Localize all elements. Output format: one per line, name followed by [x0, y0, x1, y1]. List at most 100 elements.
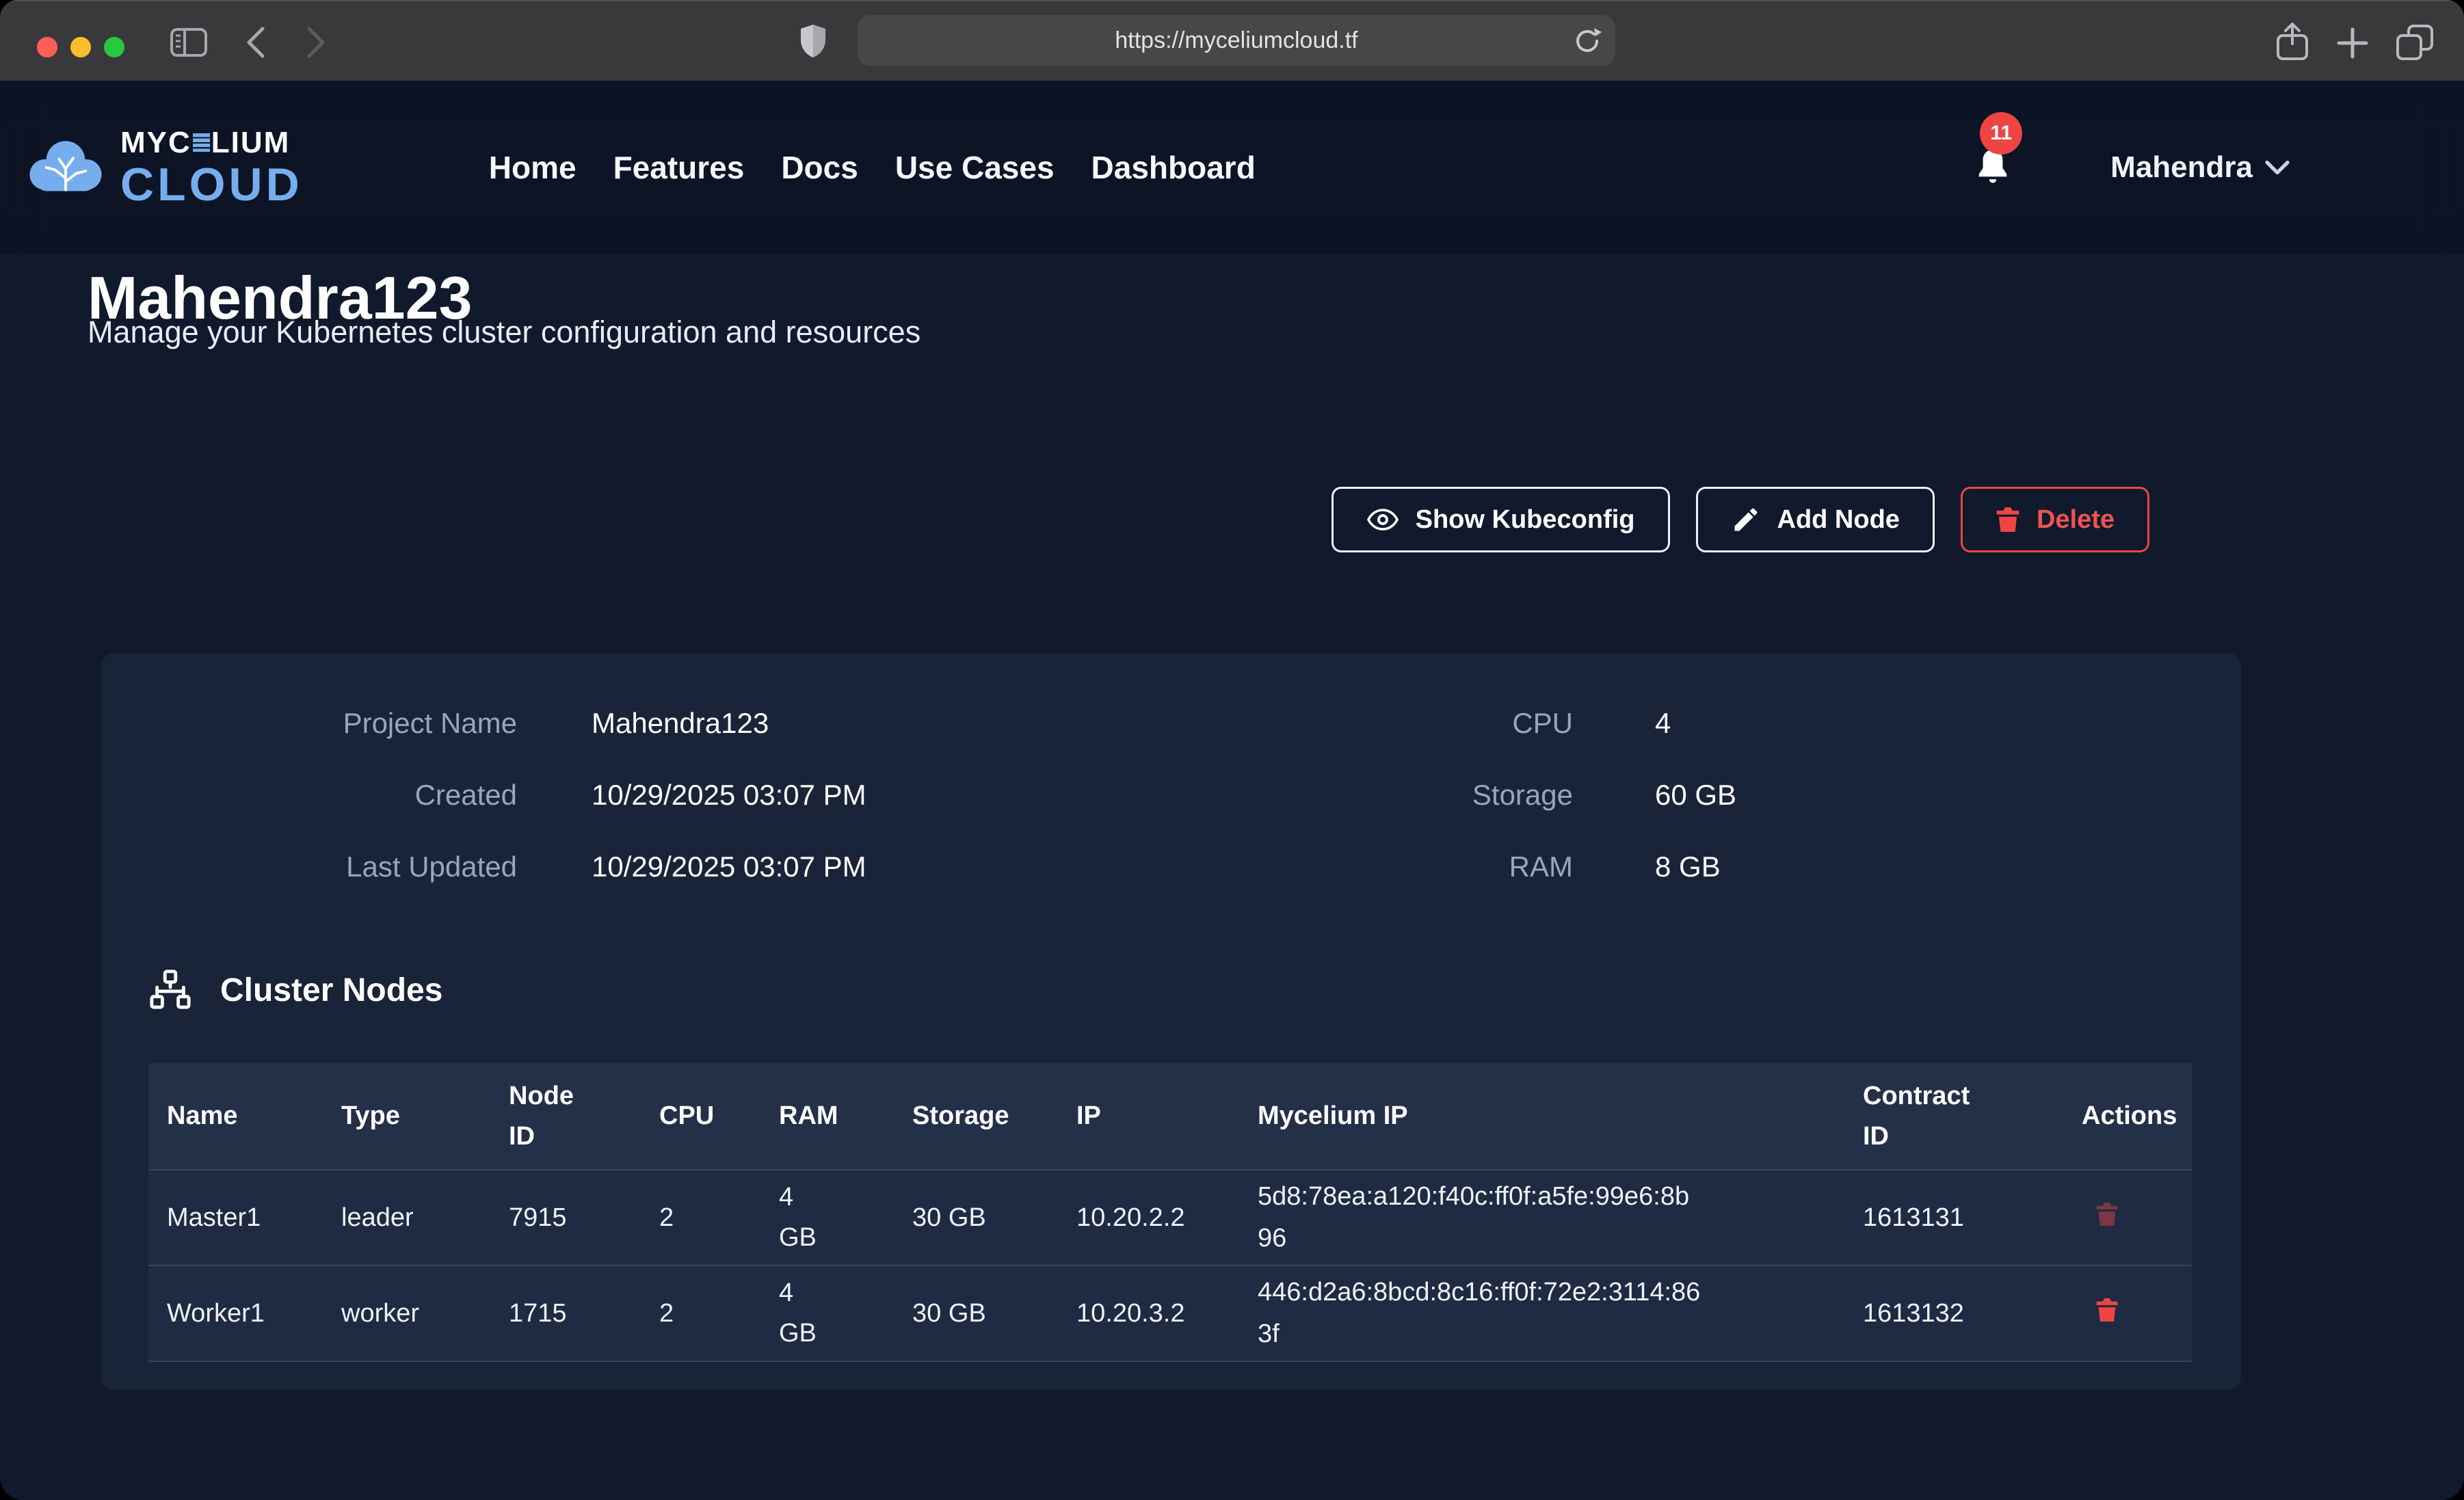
user-menu[interactable]: Mahendra [2110, 150, 2290, 185]
delete-label: Delete [2037, 505, 2115, 535]
logo-e-bars-icon [193, 133, 210, 152]
pencil-icon [1731, 505, 1761, 535]
show-kubeconfig-label: Show Kubeconfig [1416, 505, 1635, 535]
nav-link-features[interactable]: Features [613, 149, 745, 186]
notification-badge: 11 [1980, 112, 2022, 155]
logo-text: MYC LIUM CLOUD [120, 128, 303, 208]
delete-node-button[interactable] [2095, 1201, 2119, 1229]
show-kubeconfig-button[interactable]: Show Kubeconfig [1332, 487, 1670, 552]
cell-ram: 4 GB [779, 1170, 912, 1265]
trash-icon [2095, 1201, 2119, 1227]
chevron-down-icon [2265, 160, 2290, 175]
cpu-value: 4 [1573, 707, 2241, 740]
cell-type: worker [341, 1265, 509, 1361]
page-subtitle: Manage your Kubernetes cluster configura… [88, 314, 920, 350]
cell-name: Worker1 [148, 1265, 341, 1361]
cluster-nodes-title: Cluster Nodes [220, 972, 442, 1009]
cell-ip: 10.20.2.2 [1076, 1170, 1258, 1265]
zoom-window-button[interactable] [104, 37, 124, 57]
cloud-tree-icon [27, 135, 104, 200]
storage-value: 60 GB [1573, 779, 2241, 812]
delete-cluster-button[interactable]: Delete [1961, 487, 2149, 552]
nav-link-dashboard[interactable]: Dashboard [1091, 149, 1256, 186]
cell-storage: 30 GB [912, 1265, 1076, 1361]
ram-value: 8 GB [1573, 851, 2241, 883]
nav-links: Home Features Docs Use Cases Dashboard [489, 149, 1256, 186]
project-card: Project Name Mahendra123 CPU 4 Created 1… [101, 653, 2241, 1390]
minimize-window-button[interactable] [70, 37, 91, 57]
logo-top-post: LIUM [211, 128, 291, 158]
forward-icon[interactable] [306, 26, 327, 59]
site-navbar: MYC LIUM CLOUD Home Features Docs Use Cas… [0, 81, 2464, 254]
user-name: Mahendra [2110, 150, 2253, 185]
trash-icon [2095, 1297, 2119, 1323]
table-header-row: Name Type Node ID CPU RAM Storage IP Myc… [148, 1063, 2192, 1170]
nav-link-home[interactable]: Home [489, 149, 577, 186]
window-controls [37, 37, 124, 57]
col-cpu: CPU [659, 1063, 779, 1170]
address-bar[interactable]: https://myceliumcloud.tf [858, 15, 1615, 66]
cell-node-id: 1715 [509, 1265, 659, 1361]
cell-cpu: 2 [659, 1265, 779, 1361]
add-node-label: Add Node [1777, 505, 1900, 535]
browser-toolbar: https://myceliumcloud.tf [0, 0, 2464, 81]
col-storage: Storage [912, 1063, 1076, 1170]
cell-mycelium-ip: 446:d2a6:8bcd:8c16:ff0f:72e2:3114:863f [1258, 1265, 1863, 1361]
cell-node-id: 7915 [509, 1170, 659, 1265]
created-value: 10/29/2025 03:07 PM [517, 779, 1104, 812]
col-name: Name [148, 1063, 341, 1170]
reload-icon[interactable] [1573, 25, 1602, 57]
nav-link-use-cases[interactable]: Use Cases [895, 149, 1055, 186]
cell-type: leader [341, 1170, 509, 1265]
col-node-id: Node ID [509, 1063, 659, 1170]
nav-link-docs[interactable]: Docs [781, 149, 858, 186]
project-info: Project Name Mahendra123 CPU 4 Created 1… [101, 687, 2241, 902]
project-name-label: Project Name [101, 707, 517, 740]
ram-label: RAM [1104, 851, 1573, 883]
cell-actions [2082, 1170, 2192, 1265]
notifications-button[interactable]: 11 [1974, 146, 2011, 189]
cpu-label: CPU [1104, 707, 1573, 740]
mycelium-cloud-logo[interactable]: MYC LIUM CLOUD [27, 128, 303, 208]
col-ip: IP [1076, 1063, 1258, 1170]
cell-mycelium-ip: 5d8:78ea:a120:f40c:ff0f:a5fe:99e6:8b96 [1258, 1170, 1863, 1265]
cell-actions [2082, 1265, 2192, 1361]
add-node-button[interactable]: Add Node [1696, 487, 1935, 552]
privacy-shield-icon[interactable] [799, 23, 827, 59]
last-updated-label: Last Updated [101, 851, 517, 883]
storage-label: Storage [1104, 779, 1573, 812]
tab-overview-icon[interactable] [2395, 23, 2435, 62]
cell-ip: 10.20.3.2 [1076, 1265, 1258, 1361]
project-name-value: Mahendra123 [517, 707, 1104, 740]
eye-icon [1366, 508, 1399, 531]
cell-contract-id: 1613132 [1863, 1265, 2082, 1361]
logo-top-pre: MYC [120, 128, 191, 158]
cell-cpu: 2 [659, 1170, 779, 1265]
cell-storage: 30 GB [912, 1170, 1076, 1265]
url-text: https://myceliumcloud.tf [1115, 27, 1357, 54]
col-mycelium-ip: Mycelium IP [1258, 1063, 1863, 1170]
nodes-table-wrap: Name Type Node ID CPU RAM Storage IP Myc… [148, 1063, 2192, 1362]
new-tab-icon[interactable] [2335, 26, 2370, 60]
col-ram: RAM [779, 1063, 912, 1170]
cell-ram: 4 GB [779, 1265, 912, 1361]
table-row: Worker1 worker 1715 2 4 GB 30 GB 10.20.3… [148, 1265, 2192, 1361]
delete-node-button[interactable] [2095, 1297, 2119, 1325]
share-icon[interactable] [2274, 22, 2311, 63]
cluster-actions: Show Kubeconfig Add Node Delete [1332, 487, 2149, 552]
cell-contract-id: 1613131 [1863, 1170, 2082, 1265]
page-body: Mahendra123 Manage your Kubernetes clust… [0, 81, 2464, 1500]
sidebar-toggle-icon[interactable] [170, 27, 208, 57]
col-actions: Actions [2082, 1063, 2192, 1170]
created-label: Created [101, 779, 517, 812]
nodes-table: Name Type Node ID CPU RAM Storage IP Myc… [148, 1063, 2192, 1362]
col-contract-id: Contract ID [1863, 1063, 2082, 1170]
cluster-nodes-header: Cluster Nodes [149, 969, 442, 1011]
table-row: Master1 leader 7915 2 4 GB 30 GB 10.20.2… [148, 1170, 2192, 1265]
last-updated-value: 10/29/2025 03:07 PM [517, 851, 1104, 883]
back-icon[interactable] [245, 26, 265, 59]
browser-window: https://myceliumcloud.tf Mahendra123 Man… [0, 0, 2464, 1500]
trash-icon [1996, 505, 2020, 534]
logo-bottom: CLOUD [120, 161, 303, 208]
close-window-button[interactable] [37, 37, 57, 57]
